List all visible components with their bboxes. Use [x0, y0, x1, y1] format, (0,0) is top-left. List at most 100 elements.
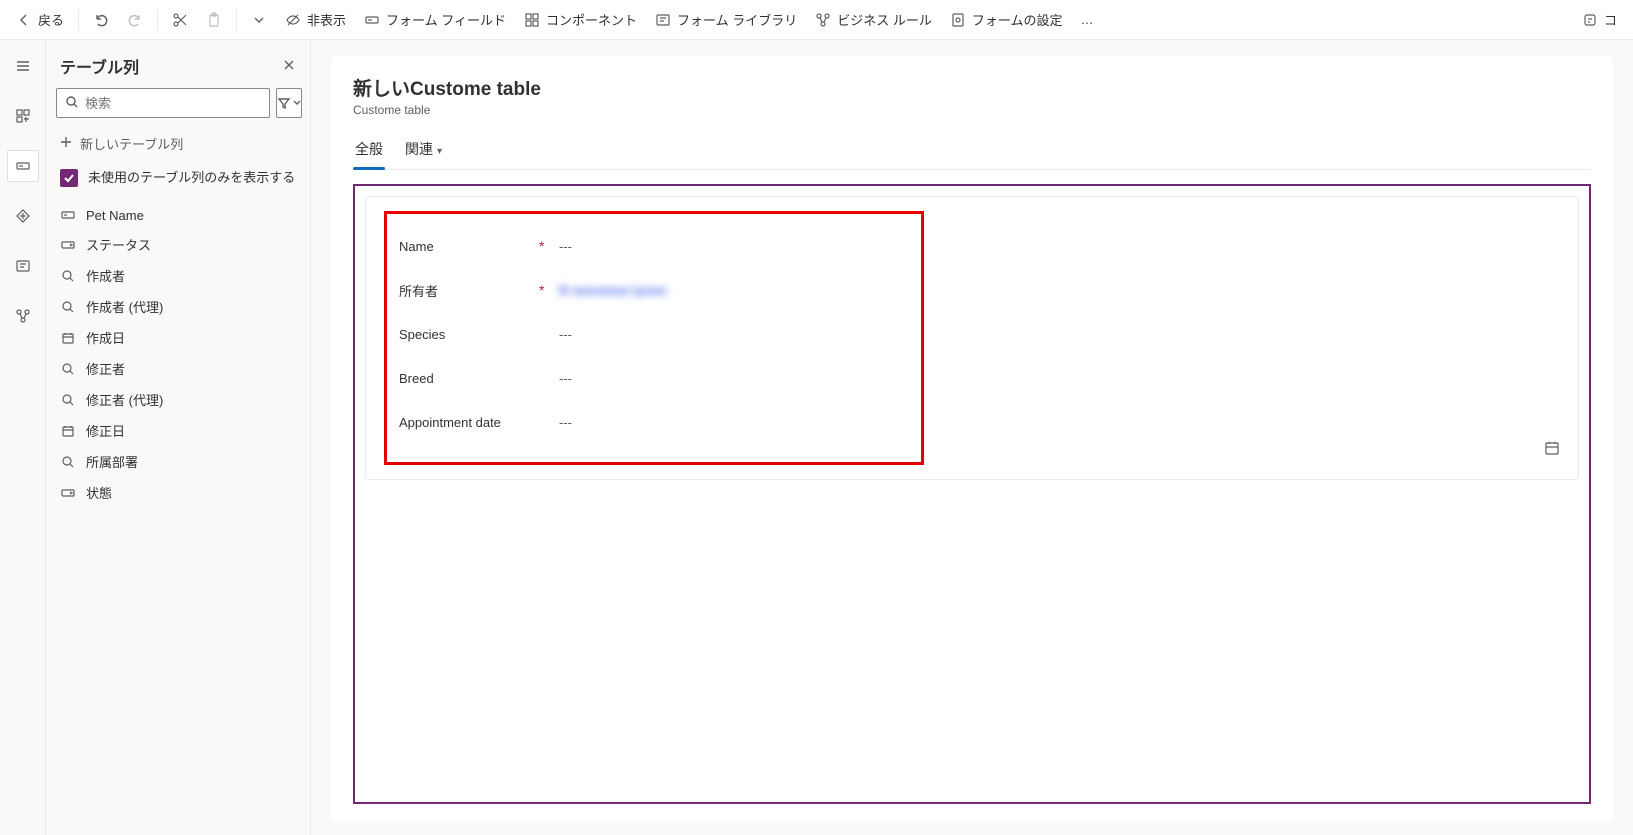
paste-button[interactable]: [198, 8, 230, 32]
table-columns-panel: テーブル列 新しいテーブル列 未使用のテーブル列のみを表示する Pet Name…: [46, 40, 311, 835]
separator: [236, 9, 237, 31]
form-field-button[interactable]: フォーム フィールド: [356, 6, 514, 33]
undo-button[interactable]: [85, 8, 117, 32]
more-label: …: [1081, 12, 1096, 27]
rail-tree[interactable]: [7, 200, 39, 232]
field-value[interactable]: ---: [559, 415, 909, 430]
form-field-icon: [364, 12, 380, 28]
column-label: 作成日: [86, 328, 125, 347]
left-rail: [0, 40, 46, 835]
business-rule-label: ビジネス ルール: [837, 10, 932, 29]
page-subtitle: Custome table: [353, 103, 1591, 117]
rail-library[interactable]: [7, 250, 39, 282]
column-label: 修正者: [86, 359, 125, 378]
hide-label: 非表示: [307, 10, 346, 29]
lookup-icon: [60, 361, 76, 377]
chevron-down-icon: [251, 12, 267, 28]
library-icon: [655, 12, 671, 28]
chevron-down-icon: [293, 99, 301, 107]
settings-icon: [950, 12, 966, 28]
page-title: 新しいCustome table: [353, 74, 1591, 101]
rail-components[interactable]: [7, 100, 39, 132]
form-section[interactable]: Name*---所有者*R nennmee lynenSpecies---Bre…: [365, 196, 1579, 480]
lookup-icon: [60, 299, 76, 315]
form-field-label: フォーム フィールド: [386, 10, 506, 29]
hide-button[interactable]: 非表示: [277, 6, 354, 33]
search-icon: [65, 95, 79, 112]
field-label: Breed: [399, 371, 529, 386]
column-item[interactable]: 作成者 (代理): [46, 291, 310, 322]
component-button[interactable]: コンポーネント: [516, 6, 645, 33]
column-label: 修正日: [86, 421, 125, 440]
redo-button[interactable]: [119, 8, 151, 32]
undo-icon: [93, 12, 109, 28]
column-item[interactable]: 修正者: [46, 353, 310, 384]
back-label: 戻る: [38, 10, 64, 29]
form-field-row[interactable]: 所有者 * R nennmee lynen: [399, 268, 909, 312]
search-input-wrap[interactable]: [56, 88, 270, 118]
rail-rules[interactable]: [7, 300, 39, 332]
field-value[interactable]: ---: [559, 327, 909, 342]
component-label: コンポーネント: [546, 10, 637, 29]
enum-icon: [60, 485, 76, 501]
required-marker: *: [539, 282, 549, 298]
field-value[interactable]: ---: [559, 239, 909, 254]
column-item[interactable]: 修正者 (代理): [46, 384, 310, 415]
lookup-icon: [60, 392, 76, 408]
column-label: Pet Name: [86, 208, 144, 223]
unused-only-row[interactable]: 未使用のテーブル列のみを表示する: [46, 161, 310, 199]
column-item[interactable]: ステータス: [46, 229, 310, 260]
panel-close-button[interactable]: [282, 58, 296, 75]
field-label: 所有者: [399, 281, 529, 300]
rail-hamburger[interactable]: [7, 50, 39, 82]
filter-button[interactable]: [276, 88, 302, 118]
date-icon: [60, 330, 76, 346]
column-item[interactable]: Pet Name: [46, 201, 310, 229]
column-label: 作成者: [86, 266, 125, 285]
lookup-icon: [60, 454, 76, 470]
form-library-button[interactable]: フォーム ライブラリ: [647, 6, 805, 33]
checkbox-checked-icon[interactable]: [60, 169, 78, 187]
cut-button[interactable]: [164, 8, 196, 32]
field-value[interactable]: ---: [559, 371, 909, 386]
column-item[interactable]: 作成日: [46, 322, 310, 353]
rail-table-columns[interactable]: [7, 150, 39, 182]
chevron-down-icon: ▾: [437, 146, 442, 157]
tab-general[interactable]: 全般: [353, 133, 385, 169]
form-field-row[interactable]: Species---: [399, 312, 909, 356]
form-tabs: 全般 関連▾: [353, 133, 1591, 170]
copilot-button[interactable]: コ: [1574, 6, 1625, 33]
enum-icon: [60, 237, 76, 253]
chevron-dropdown[interactable]: [243, 8, 275, 32]
clipboard-icon: [206, 12, 222, 28]
eye-off-icon: [285, 12, 301, 28]
column-label: ステータス: [86, 235, 151, 254]
column-item[interactable]: 作成者: [46, 260, 310, 291]
tab-related[interactable]: 関連▾: [403, 133, 444, 169]
required-marker: *: [539, 238, 549, 254]
panel-title: テーブル列: [60, 54, 139, 78]
top-toolbar: 戻る 非表示 フォーム フィールド コンポーネント フォーム ライブラリ ビジネ…: [0, 0, 1633, 40]
business-rule-button[interactable]: ビジネス ルール: [807, 6, 940, 33]
add-column-button[interactable]: 新しいテーブル列: [46, 126, 310, 161]
form-field-row[interactable]: Appointment date---: [399, 400, 909, 444]
column-item[interactable]: 修正日: [46, 415, 310, 446]
form-field-row[interactable]: Breed ---: [399, 356, 909, 400]
more-button[interactable]: …: [1073, 8, 1104, 31]
arrow-left-icon: [16, 12, 32, 28]
separator: [78, 9, 79, 31]
form-field-row[interactable]: Name*---: [399, 224, 909, 268]
column-label: 作成者 (代理): [86, 297, 163, 316]
canvas-area: 新しいCustome table Custome table 全般 関連▾ Na…: [311, 40, 1633, 835]
form-settings-button[interactable]: フォームの設定: [942, 6, 1071, 33]
back-button[interactable]: 戻る: [8, 6, 72, 33]
field-value[interactable]: R nennmee lynen: [559, 283, 909, 298]
calendar-icon: [1544, 440, 1560, 459]
form-library-label: フォーム ライブラリ: [677, 10, 797, 29]
column-item[interactable]: 所属部署: [46, 446, 310, 477]
column-item[interactable]: 状態: [46, 477, 310, 508]
text-icon: [60, 207, 76, 223]
form-selection-outline[interactable]: Name*---所有者*R nennmee lynenSpecies---Bre…: [353, 184, 1591, 804]
search-input[interactable]: [85, 96, 261, 111]
copilot-icon: [1582, 12, 1598, 28]
